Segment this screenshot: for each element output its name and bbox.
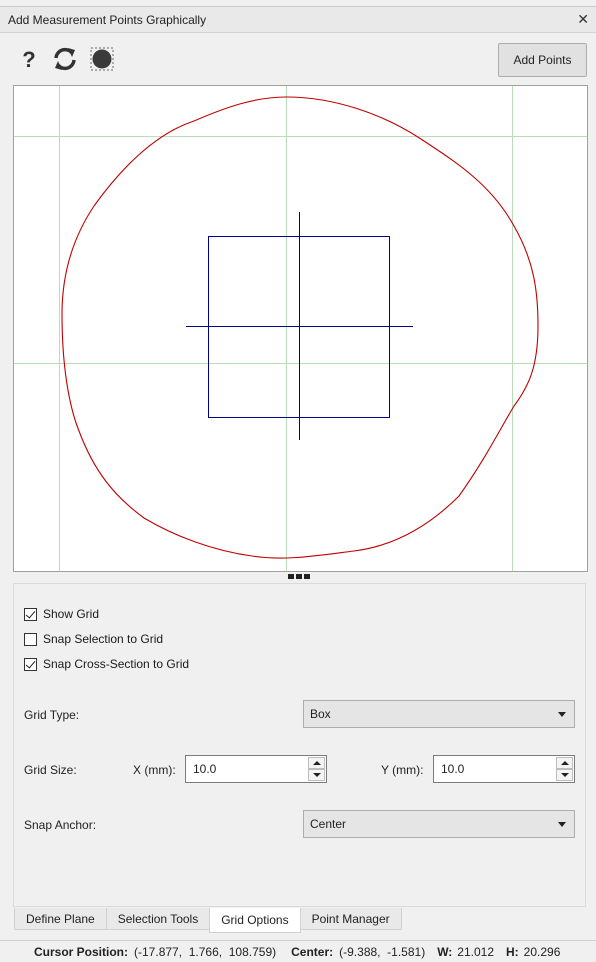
svg-text:?: ? bbox=[22, 47, 35, 72]
tab-selection-tools[interactable]: Selection Tools bbox=[105, 908, 211, 930]
show-grid-label: Show Grid bbox=[43, 607, 100, 621]
show-grid-checkbox[interactable]: Show Grid bbox=[24, 606, 99, 622]
grid-size-label: Grid Size: bbox=[24, 763, 77, 777]
measurement-canvas[interactable] bbox=[13, 85, 588, 572]
grid-size-y-stepper[interactable] bbox=[433, 755, 575, 783]
snap-selection-label: Snap Selection to Grid bbox=[43, 632, 164, 646]
grid-type-label: Grid Type: bbox=[24, 708, 80, 722]
snap-cross-section-checkbox[interactable]: Snap Cross-Section to Grid bbox=[24, 656, 189, 672]
grid-options-panel: Show Grid Snap Selection to Grid Snap Cr… bbox=[13, 583, 586, 907]
increment-x-button[interactable] bbox=[308, 757, 325, 769]
title-bar: Add Measurement Points Graphically ✕ bbox=[0, 6, 596, 33]
grid-type-select[interactable]: Box bbox=[303, 700, 575, 728]
record-circle-icon[interactable] bbox=[89, 46, 115, 72]
window-title: Add Measurement Points Graphically bbox=[8, 13, 207, 27]
snap-anchor-value: Center bbox=[310, 817, 347, 831]
panel-splitter-handle[interactable] bbox=[288, 574, 312, 580]
snap-anchor-label: Snap Anchor: bbox=[24, 818, 97, 832]
checkbox-box[interactable] bbox=[24, 657, 37, 671]
close-icon[interactable]: ✕ bbox=[577, 11, 589, 28]
grid-size-x-stepper[interactable] bbox=[185, 755, 327, 783]
checkbox-box[interactable] bbox=[24, 632, 37, 646]
decrement-y-button[interactable] bbox=[556, 769, 573, 781]
width-value: 21.012 bbox=[457, 944, 494, 959]
tab-point-manager[interactable]: Point Manager bbox=[299, 908, 402, 930]
height-label: H: bbox=[506, 944, 519, 959]
center-value: (-9.388, -1.581) bbox=[339, 944, 426, 959]
status-bar: Cursor Position: (-17.877, 1.766, 108.75… bbox=[0, 940, 596, 962]
help-icon[interactable]: ? bbox=[16, 46, 42, 72]
width-label: W: bbox=[437, 944, 453, 959]
grid-size-y-label: Y (mm): bbox=[381, 763, 424, 777]
refresh-icon[interactable] bbox=[52, 46, 78, 72]
grid-size-y-input[interactable] bbox=[434, 756, 552, 782]
grid-size-x-label: X (mm): bbox=[133, 763, 176, 777]
add-points-button[interactable]: Add Points bbox=[498, 43, 587, 77]
increment-y-button[interactable] bbox=[556, 757, 573, 769]
tab-define-plane[interactable]: Define Plane bbox=[14, 908, 107, 930]
grid-type-value: Box bbox=[310, 707, 331, 721]
selection-box bbox=[186, 212, 413, 440]
cursor-position-label: Cursor Position: bbox=[34, 944, 129, 959]
tab-grid-options[interactable]: Grid Options bbox=[209, 908, 301, 933]
chevron-down-icon bbox=[558, 712, 566, 717]
decrement-x-button[interactable] bbox=[308, 769, 325, 781]
snap-selection-checkbox[interactable]: Snap Selection to Grid bbox=[24, 631, 163, 647]
checkbox-box[interactable] bbox=[24, 607, 37, 621]
snap-anchor-select[interactable]: Center bbox=[303, 810, 575, 838]
snap-cross-section-label: Snap Cross-Section to Grid bbox=[43, 657, 190, 671]
grid-lines bbox=[14, 86, 587, 571]
grid-size-x-input[interactable] bbox=[186, 756, 304, 782]
tab-strip: Define Plane Selection Tools Grid Option… bbox=[14, 908, 402, 933]
cursor-position-value: (-17.877, 1.766, 108.759) bbox=[134, 944, 277, 959]
center-label: Center: bbox=[291, 944, 334, 959]
chevron-down-icon bbox=[558, 822, 566, 827]
height-value: 20.296 bbox=[523, 944, 561, 959]
